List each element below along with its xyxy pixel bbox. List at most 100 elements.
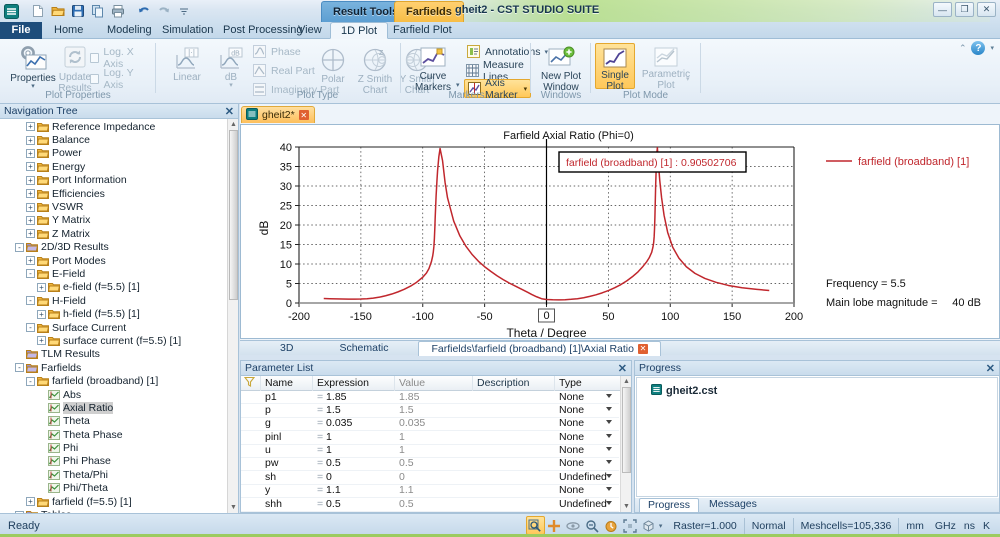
tree-item-e-field[interactable]: - E-Field <box>0 267 226 280</box>
log-y-axis-check-box-icon[interactable] <box>90 73 100 84</box>
column-header-type[interactable]: Type <box>555 376 615 391</box>
tree-item-axial-ratio[interactable]: Axial Ratio <box>0 401 226 414</box>
progress-tab-bar[interactable]: Progress Messages <box>635 498 999 512</box>
parameter-expression[interactable]: = 0 <box>313 471 395 484</box>
customize-icon[interactable] <box>174 2 193 21</box>
type-dropdown-icon[interactable] <box>606 447 612 452</box>
db-plot-button[interactable]: dB dB ▾ <box>204 44 258 89</box>
tree-item-h-field-f-5-5-1[interactable]: + h-field (f=5.5) [1] <box>0 307 226 320</box>
pan-tool-icon[interactable] <box>545 516 564 535</box>
window-controls[interactable]: — ❐ ✕ <box>933 2 996 17</box>
view-cube-icon[interactable] <box>640 516 659 535</box>
curve-markers-dropdown-icon[interactable]: ▾ <box>456 81 460 89</box>
status-bar-right[interactable]: ▾ Raster=1.000 Normal Meshcells=105,336 … <box>525 516 1000 536</box>
tree-item-e-field-f-5-5-1[interactable]: + e-field (f=5.5) [1] <box>0 281 226 294</box>
minimize-button[interactable]: — <box>933 2 952 17</box>
parameter-description[interactable] <box>473 457 555 470</box>
parameter-row[interactable]: pinl = 1 1 None <box>241 431 619 445</box>
tree-item-reference-impedance[interactable]: + Reference Impedance <box>0 120 226 133</box>
param-scroll-down-icon[interactable]: ▼ <box>622 502 631 511</box>
parameter-type[interactable]: None <box>555 484 615 497</box>
tree-item-farfield-broadband-1[interactable]: - farfield (broadband) [1] <box>0 374 226 387</box>
type-dropdown-icon[interactable] <box>606 473 612 478</box>
parameter-type[interactable]: None <box>555 444 615 457</box>
undo-icon[interactable] <box>134 2 153 21</box>
view-tab-3d[interactable]: 3D <box>268 341 305 356</box>
progress-item[interactable]: gheit2.cst <box>651 384 717 398</box>
parameter-expression[interactable]: = 1.5 <box>313 404 395 417</box>
tree-expander-icon[interactable]: + <box>26 229 35 239</box>
parameter-type[interactable]: None <box>555 457 615 470</box>
parameter-row[interactable]: sh = 0 0 Undefined <box>241 471 619 485</box>
nav-scroll-up-icon[interactable]: ▲ <box>229 120 238 129</box>
view-tab-close-icon[interactable]: ✕ <box>637 343 648 354</box>
save-icon[interactable] <box>68 2 87 21</box>
tree-expander-icon[interactable]: + <box>26 122 35 132</box>
chart-canvas[interactable]: Farfield Axial Ratio (Phi=0) 0 5 10 15 20 25 30… <box>240 124 1000 339</box>
column-header-description[interactable]: Description <box>473 376 555 391</box>
parameter-row[interactable]: pw = 0.5 0.5 None <box>241 457 619 472</box>
maximize-button[interactable]: ❐ <box>955 2 974 17</box>
parameter-expression[interactable]: = 1.1 <box>313 484 395 497</box>
type-dropdown-icon[interactable] <box>606 420 612 425</box>
tree-item-h-field[interactable]: - H-Field <box>0 294 226 307</box>
parameter-description[interactable] <box>473 484 555 497</box>
tab-farfield-plot[interactable]: Farfield Plot <box>383 22 462 39</box>
parametric-plot-button[interactable]: Parametric Plot <box>639 43 693 91</box>
tree-item-phi[interactable]: Phi <box>0 441 226 454</box>
tree-item-theta-phase[interactable]: Theta Phase <box>0 428 226 441</box>
tree-expander-icon[interactable]: + <box>26 215 35 225</box>
tree-item-theta[interactable]: Theta <box>0 415 226 428</box>
tree-expander-icon[interactable]: - <box>15 242 24 252</box>
type-dropdown-icon[interactable] <box>606 393 612 398</box>
type-dropdown-icon[interactable] <box>606 433 612 438</box>
tree-item-port-modes[interactable]: + Port Modes <box>0 254 226 267</box>
tree-expander-icon[interactable]: - <box>26 376 35 386</box>
parameter-description[interactable] <box>473 498 555 511</box>
progress-body[interactable]: gheit2.cst <box>636 377 998 497</box>
tree-expander-icon[interactable]: - <box>26 323 35 333</box>
tab-1d-plot[interactable]: 1D Plot <box>330 22 389 39</box>
parameter-description[interactable] <box>473 471 555 484</box>
tab-home[interactable]: Home <box>44 22 93 39</box>
log-x-axis-check-box-icon[interactable] <box>90 52 100 63</box>
navigation-tree-close-icon[interactable]: ✕ <box>225 105 234 118</box>
parameter-description[interactable] <box>473 417 555 430</box>
tree-expander-icon[interactable]: + <box>26 135 35 145</box>
tree-expander-icon[interactable]: + <box>26 175 35 185</box>
tree-expander-icon[interactable]: + <box>37 282 46 292</box>
tree-item-surface-current-f-5-5-1[interactable]: + surface current (f=5.5) [1] <box>0 334 226 347</box>
help-dropdown-icon[interactable]: ▾ <box>990 44 994 52</box>
tree-expander-icon[interactable]: + <box>26 497 35 507</box>
parameter-rows[interactable]: p1 = 1.85 1.85 None p = 1.5 1.5 None g = 0.035 0.0… <box>241 391 619 512</box>
tree-item-farfields[interactable]: - Farfields <box>0 361 226 374</box>
column-header-name[interactable]: Name <box>261 376 313 391</box>
tree-expander-icon[interactable]: + <box>26 202 35 212</box>
log-y-axis-checkbox[interactable]: Log. Y Axis <box>90 67 152 91</box>
zoom-tool-icon[interactable] <box>525 516 545 535</box>
tree-expander-icon[interactable]: + <box>26 162 35 172</box>
parameter-type[interactable]: None <box>555 404 615 417</box>
tree-expander-icon[interactable]: + <box>26 256 35 266</box>
column-header-value[interactable]: Value <box>395 376 473 391</box>
reset-view-icon[interactable] <box>602 516 621 535</box>
tree-expander-icon[interactable]: + <box>26 148 35 158</box>
parameter-type[interactable]: None <box>555 391 615 404</box>
tree-expander-icon[interactable]: + <box>37 336 46 346</box>
nav-scroll-down-icon[interactable]: ▼ <box>229 503 238 512</box>
navigation-tree-body[interactable]: + Reference Impedance + Balance + Power + Energ… <box>0 119 238 513</box>
copy-icon[interactable] <box>88 2 107 21</box>
tree-item-phi-phase[interactable]: Phi Phase <box>0 455 226 468</box>
help-icon[interactable]: ? <box>971 41 986 55</box>
type-dropdown-icon[interactable] <box>606 460 612 465</box>
tree-expander-icon[interactable]: + <box>26 189 35 199</box>
collapse-ribbon-icon[interactable]: ⌃ <box>959 43 967 54</box>
parameter-expression[interactable]: = 0.5 <box>313 457 395 470</box>
parameter-description[interactable] <box>473 391 555 404</box>
print-icon[interactable] <box>108 2 127 21</box>
progress-close-icon[interactable]: ✕ <box>986 362 995 375</box>
progress-tab-progress[interactable]: Progress <box>639 498 700 512</box>
tree-expander-icon[interactable]: - <box>26 269 35 279</box>
new-plot-window-button[interactable]: New Plot Window <box>534 43 588 93</box>
quick-access-toolbar[interactable] <box>2 1 193 21</box>
